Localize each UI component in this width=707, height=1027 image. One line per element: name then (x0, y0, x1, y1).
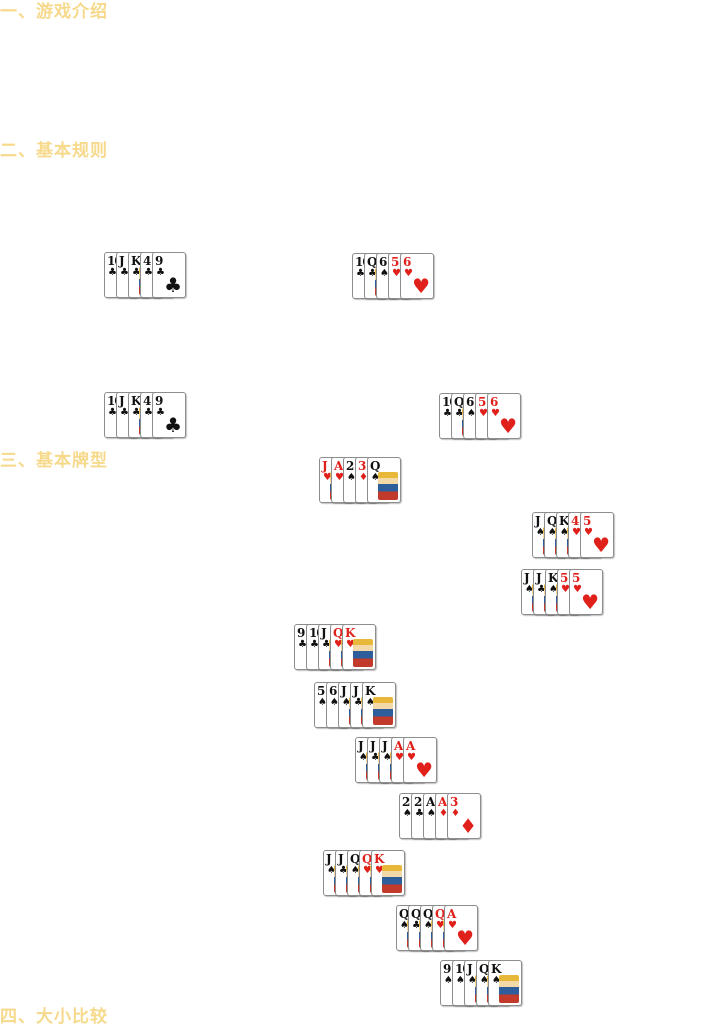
card-rank: 4 (143, 394, 151, 408)
card-rank: A (406, 739, 415, 753)
card-hand: 9♠♠10♠♠J♠Q♠K♠ (440, 960, 522, 1006)
suit-pip-icon: ♥ (581, 590, 599, 614)
card-rank: A (334, 459, 343, 473)
card-rank: 6 (490, 395, 498, 409)
card-hand: 10♣♣Q♣6♠♠5♥♥6♥♥ (352, 253, 434, 299)
section-title-rules: 二、基本规则 (0, 141, 108, 161)
card-rank: 4 (571, 514, 579, 528)
card-rank: J (338, 852, 344, 866)
playing-card: 3♦♦ (447, 793, 481, 839)
suit-pip-icon: ♥ (412, 274, 430, 298)
card-hand: 5♠♠6♠♠J♠J♣K♠ (314, 682, 396, 728)
section-title-intro: 一、游戏介绍 (0, 2, 108, 22)
card-hand: J♠Q♠K♠4♥♥5♥♥ (532, 512, 614, 558)
face-card-portrait-icon (499, 975, 519, 1003)
card-rank: A (394, 739, 403, 753)
card-rank: 9 (297, 626, 305, 640)
suit-pip-icon: ♣ (164, 413, 182, 437)
card-rank: 6 (466, 395, 474, 409)
suit-pip-icon: ♣ (164, 273, 182, 297)
card-rank: 3 (358, 459, 366, 473)
card-hand: Q ♠ Q ♣ Q ♠ Q ♥ A ♥ ♥ (396, 905, 478, 951)
card-rank: 5 (317, 684, 325, 698)
playing-card: K ♠ (488, 960, 522, 1006)
card-rank: J (467, 962, 473, 976)
playing-card: 9♣♣ (152, 252, 186, 298)
playing-card: 6 ♥ ♥ (487, 393, 521, 439)
card-rank: J (341, 684, 347, 698)
card-rank: 5 (560, 571, 568, 585)
card-hand: 10♣♣J♣♣K♣4♣♣9♣♣ (104, 392, 186, 438)
suit-pip-icon: ♥ (499, 414, 517, 438)
card-rank: 5 (572, 571, 580, 585)
suit-pip-icon: ♦ (459, 814, 477, 838)
section-title-comparison: 四、大小比较 (0, 1007, 108, 1027)
card-hand: 2♠♠2♣♣A♠♠A♦♦3♦♦ (399, 793, 481, 839)
card-rank: 3 (450, 795, 458, 809)
card-hand: 10♣♣Q♣6♠♠5♥♥6♥♥ (439, 393, 521, 439)
playing-card: K ♥ (371, 850, 405, 896)
card-rank: J (524, 571, 530, 585)
card-rank: J (119, 394, 125, 408)
card-rank: 5 (583, 514, 591, 528)
card-rank: 6 (379, 255, 387, 269)
card-hand: J♠J♣K♠5♥♥5♥♥ (521, 569, 603, 615)
playing-card: A♥♥ (444, 905, 478, 951)
playing-card: A♥♥ (403, 737, 437, 783)
card-hand: 10♣♣J♣♣K♣4♣♣9♣♣ (104, 252, 186, 298)
playing-card: 5♥♥ (580, 512, 614, 558)
card-rank: 2 (346, 459, 354, 473)
card-rank: 5 (391, 255, 399, 269)
card-rank: K (365, 684, 375, 698)
playing-card: 9♣♣ (152, 392, 186, 438)
card-hand: J ♠ J ♣ Q ♠ Q ♥ K ♥ (323, 850, 405, 896)
suit-pip-icon: ♥ (592, 533, 610, 557)
card-rank: 5 (478, 395, 486, 409)
card-rank: A (447, 907, 456, 921)
playing-card: 6 ♥ ♥ (400, 253, 434, 299)
playing-card: 5♥♥ (569, 569, 603, 615)
card-rank: 2 (402, 795, 410, 809)
face-card-portrait-icon (378, 472, 398, 500)
card-rank: K (374, 852, 384, 866)
card-rank: J (536, 571, 542, 585)
card-rank: 4 (143, 254, 151, 268)
card-rank: A (438, 795, 447, 809)
face-card-portrait-icon (382, 865, 402, 893)
card-rank: J (119, 254, 125, 268)
card-hand: 9♣♣10♣♣J♣Q♥K♥ (294, 624, 376, 670)
card-rank: Q (370, 459, 381, 473)
card-rank: 9 (155, 394, 163, 408)
card-rank: A (426, 795, 435, 809)
suit-pip-icon: ♥ (415, 758, 433, 782)
suit-pip-icon: ♥ (456, 926, 474, 950)
card-rank: 6 (403, 255, 411, 269)
playing-card: K ♠ (362, 682, 396, 728)
card-rank: 6 (329, 684, 337, 698)
card-hand: J♠J♣J♠A♥♥A♥♥ (355, 737, 437, 783)
face-card-portrait-icon (373, 697, 393, 725)
playing-card: K ♥ (342, 624, 376, 670)
card-rank: 9 (443, 962, 451, 976)
card-rank: J (382, 739, 388, 753)
card-rank: J (353, 684, 359, 698)
card-rank: J (322, 459, 328, 473)
card-rank: J (321, 626, 327, 640)
card-rank: J (370, 739, 376, 753)
face-card-portrait-icon (353, 639, 373, 667)
card-rank: K (345, 626, 355, 640)
card-rank: 9 (155, 254, 163, 268)
playing-card: Q ♠ (367, 457, 401, 503)
card-rank: J (358, 739, 364, 753)
card-rank: K (491, 962, 501, 976)
card-rank: J (326, 852, 332, 866)
card-hand: J♥A♥♥2♠♠3♦♦Q♠ (319, 457, 401, 503)
card-rank: 2 (414, 795, 422, 809)
section-title-hand-types: 三、基本牌型 (0, 451, 108, 471)
card-rank: J (535, 514, 541, 528)
